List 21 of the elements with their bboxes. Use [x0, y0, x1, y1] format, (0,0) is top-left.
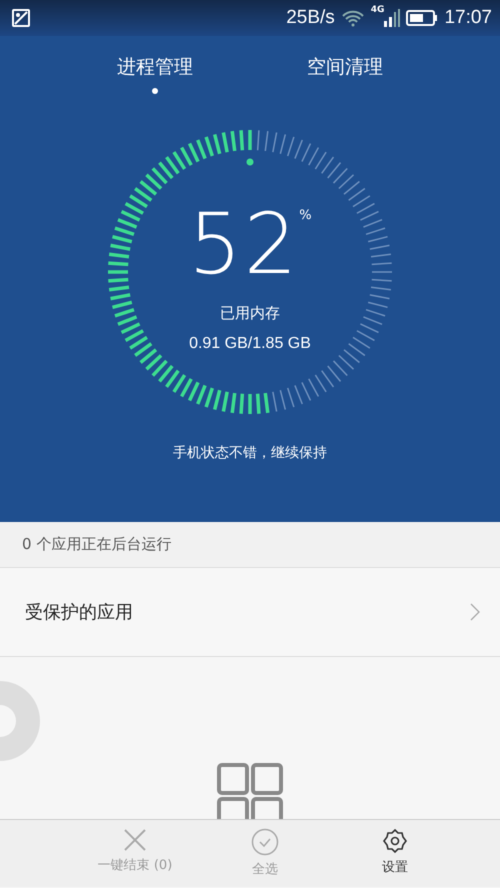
network-speed: 25B/s — [286, 7, 335, 29]
toolbar-button[interactable]: 设置 — [330, 820, 460, 887]
settings-icon — [382, 828, 408, 854]
tab[interactable]: 进程管理 — [100, 54, 210, 94]
network-type: 4G — [370, 5, 384, 15]
clock-time: 17:07 — [444, 7, 492, 29]
image-icon — [12, 9, 30, 27]
chevron-icon — [470, 603, 480, 621]
tab[interactable]: 空间清理 — [290, 54, 400, 94]
gauge-end-dot — [246, 158, 254, 166]
memory-usage: 0.91 GB/1.85 GB — [189, 334, 311, 352]
memory-label: 已用内存 — [220, 304, 280, 322]
percent-unit: % — [299, 208, 312, 222]
section-header: 0 个应用正在后台运行 — [22, 535, 172, 554]
check-circle-icon — [251, 828, 279, 856]
wifi-icon — [340, 9, 365, 27]
status-message: 手机状态不错，继续保持 — [173, 444, 327, 462]
memory-percent: 52 — [188, 202, 300, 286]
battery-icon — [406, 10, 438, 26]
close-icon — [123, 828, 147, 852]
signal-icon — [384, 9, 400, 27]
